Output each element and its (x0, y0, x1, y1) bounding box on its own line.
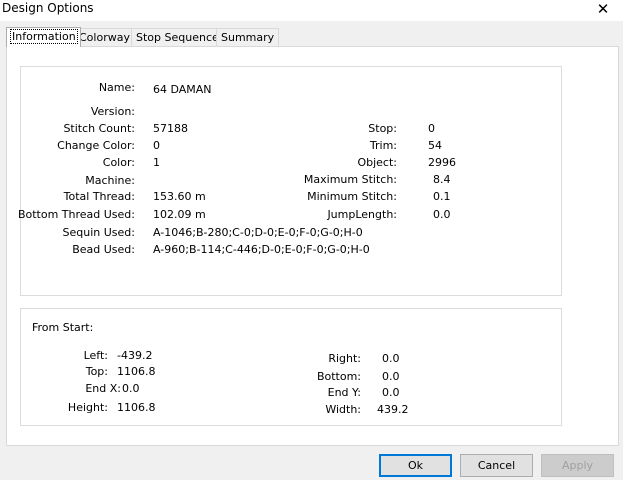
max-stitch-value: 8.4 (433, 173, 451, 186)
bottom-thread-label: Bottom Thread Used: (17, 208, 135, 221)
stitch-count-value: 57188 (153, 122, 188, 135)
left-label: Left: (83, 349, 108, 362)
total-thread-value: 153.60 m (153, 190, 206, 203)
right-value: 0.0 (382, 352, 400, 365)
trim-value: 54 (428, 139, 442, 152)
tab-information[interactable]: Information (6, 27, 81, 47)
tab-panel-information: Name: 64 DAMAN Version: Stitch Count: 57… (6, 46, 619, 446)
trim-label: Trim: (369, 139, 397, 152)
version-label: Version: (90, 105, 135, 118)
stitch-count-label: Stitch Count: (63, 122, 135, 135)
end-y-value: 0.0 (382, 386, 400, 399)
bottom-value: 0.0 (382, 370, 400, 383)
bead-used-label: Bead Used: (72, 243, 135, 256)
tab-stop-sequence-label: Stop Sequence (136, 31, 219, 44)
jump-length-value: 0.0 (433, 208, 451, 221)
object-value: 2996 (428, 156, 456, 169)
stop-label: Stop: (368, 122, 397, 135)
end-y-label: End Y: (327, 386, 361, 399)
close-icon[interactable]: ✕ (593, 0, 613, 19)
tab-colorway-label: Colorway (79, 31, 130, 44)
color-label: Color: (102, 156, 135, 169)
info-group: Name: 64 DAMAN Version: Stitch Count: 57… (17, 66, 562, 296)
top-label: Top: (85, 365, 108, 378)
tab-summary-label: Summary (221, 31, 275, 44)
tab-information-label: Information (10, 29, 78, 44)
sequin-used-value: A-1046;B-280;C-0;D-0;E-0;F-0;G-0;H-0 (153, 226, 363, 239)
from-start-group: From Start: Left: -439.2 Top: 1106.8 End… (20, 308, 562, 426)
bottom-thread-value: 102.09 m (153, 208, 206, 221)
end-x-label: End X: (85, 382, 121, 395)
change-color-label: Change Color: (57, 139, 135, 152)
stop-value: 0 (428, 122, 435, 135)
height-value: 1106.8 (117, 401, 156, 414)
ok-button[interactable]: Ok (379, 454, 452, 477)
bead-used-value: A-960;B-114;C-446;D-0;E-0;F-0;G-0;H-0 (153, 243, 370, 256)
color-value: 1 (153, 156, 160, 169)
object-label: Object: (357, 156, 397, 169)
apply-button[interactable]: Apply (541, 454, 614, 477)
name-value: 64 DAMAN (153, 83, 212, 96)
width-label: Width: (325, 403, 361, 416)
from-start-title: From Start: (32, 321, 94, 334)
cancel-button[interactable]: Cancel (460, 454, 533, 477)
change-color-value: 0 (153, 139, 160, 152)
window-title: Design Options (2, 1, 94, 15)
jump-length-label: JumpLength: (327, 208, 397, 221)
min-stitch-label: Minimum Stitch: (307, 190, 397, 203)
max-stitch-label: Maximum Stitch: (303, 173, 397, 186)
tab-stop-sequence[interactable]: Stop Sequence (131, 28, 222, 46)
left-value: -439.2 (117, 349, 153, 362)
tab-summary[interactable]: Summary (216, 28, 279, 46)
right-label: Right: (328, 352, 361, 365)
tab-colorway[interactable]: Colorway (74, 28, 132, 46)
end-x-value: 0.0 (122, 382, 140, 395)
top-value: 1106.8 (117, 365, 156, 378)
bottom-label: Bottom: (316, 370, 361, 383)
name-label: Name: (98, 81, 135, 94)
total-thread-label: Total Thread: (63, 190, 135, 203)
sequin-used-label: Sequin Used: (62, 226, 135, 239)
width-value: 439.2 (377, 403, 409, 416)
machine-label: Machine: (85, 174, 135, 187)
title-bar: Design Options ✕ (0, 0, 623, 21)
height-label: Height: (67, 401, 108, 414)
min-stitch-value: 0.1 (433, 190, 451, 203)
